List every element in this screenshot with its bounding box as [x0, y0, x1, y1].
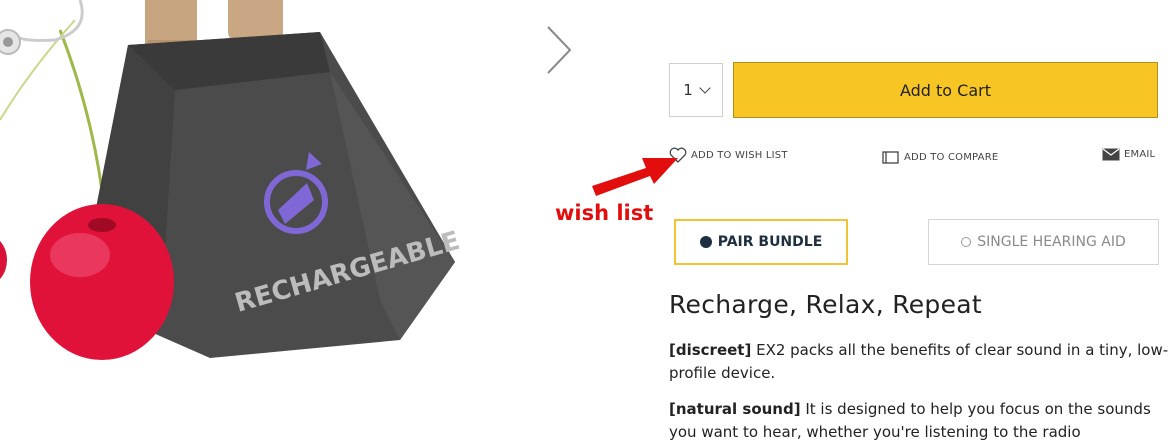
wish-list-label: ADD TO WISH LIST — [691, 149, 788, 161]
description-paragraph: [discreet] EX2 packs all the benefits of… — [669, 339, 1169, 385]
annotation-label: wish list — [555, 201, 654, 225]
product-image[interactable]: RECHARGEABLE — [0, 0, 500, 431]
annotation-arrow-icon — [592, 158, 678, 196]
add-to-compare-link[interactable]: ADD TO COMPARE — [882, 150, 998, 164]
description-paragraph: [natural sound] It is designed to help y… — [669, 398, 1169, 444]
radio-empty-icon — [961, 237, 972, 247]
option-single-label: SINGLE HEARING AID — [977, 234, 1126, 250]
option-pair-label: PAIR BUNDLE — [717, 234, 823, 250]
paragraph-tag: [discreet] — [669, 341, 752, 359]
quantity-value: 1 — [683, 81, 693, 99]
product-photo: RECHARGEABLE — [0, 0, 500, 431]
option-single-hearing-aid[interactable]: SINGLE HEARING AID — [928, 219, 1159, 265]
radio-selected-icon — [699, 236, 712, 248]
envelope-icon — [1102, 148, 1120, 161]
email-label: EMAIL — [1124, 149, 1156, 160]
add-to-cart-button[interactable]: Add to Cart — [733, 62, 1158, 118]
section-heading: Recharge, Relax, Repeat — [669, 290, 983, 319]
compare-label: ADD TO COMPARE — [904, 151, 999, 163]
chevron-down-icon — [699, 82, 711, 94]
paragraph-tag: [natural sound] — [669, 400, 801, 418]
gallery-next-button[interactable] — [540, 24, 580, 76]
quantity-select[interactable]: 1 — [669, 63, 723, 117]
chevron-right-icon — [547, 26, 572, 74]
email-link[interactable]: EMAIL — [1102, 148, 1155, 161]
option-pair-bundle[interactable]: PAIR BUNDLE — [674, 219, 848, 265]
compare-icon — [882, 151, 899, 164]
